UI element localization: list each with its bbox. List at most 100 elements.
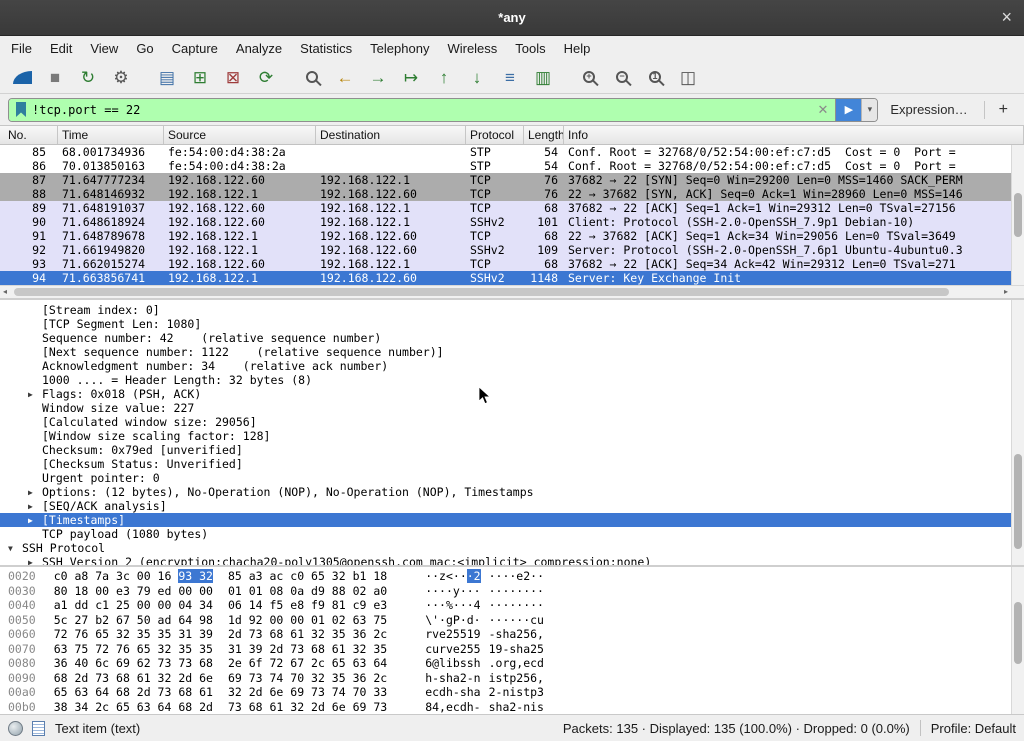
detail-line[interactable]: ▶SSH Version 2 (encryption:chacha20-poly… [0, 555, 1024, 565]
detail-line[interactable]: Window size value: 227 [0, 401, 1024, 415]
hex-bytes-group1[interactable]: 36 40 6c 69 62 73 73 68 [54, 656, 213, 671]
menu-item-wireless[interactable]: Wireless [438, 38, 506, 59]
menu-item-statistics[interactable]: Statistics [291, 38, 361, 59]
hex-bytes-group1[interactable]: c0 a8 7a 3c 00 16 93 32 [54, 569, 213, 584]
go-first-packet-button[interactable]: ↑ [430, 64, 458, 90]
hex-bytes-group2[interactable]: 2d 73 68 61 32 35 36 2c [228, 627, 387, 642]
hex-bytes-group2[interactable]: 01 01 08 0a d9 88 02 a0 [228, 584, 387, 599]
detail-line[interactable]: [TCP Segment Len: 1080] [0, 317, 1024, 331]
hex-bytes-group1[interactable]: 63 75 72 76 65 32 35 35 [54, 642, 213, 657]
hex-row-0080[interactable]: 008036 40 6c 69 62 73 73 682e 6f 72 67 2… [0, 656, 1024, 671]
hex-bytes-group2[interactable]: 2e 6f 72 67 2c 65 63 64 [228, 656, 387, 671]
status-profile[interactable]: Profile: Default [931, 721, 1016, 736]
hex-row-0070[interactable]: 007063 75 72 76 65 32 35 3531 39 2d 73 6… [0, 642, 1024, 657]
auto-scroll-button[interactable]: ≡ [496, 64, 524, 90]
menu-item-tools[interactable]: Tools [506, 38, 554, 59]
go-last-packet-button[interactable]: ↓ [463, 64, 491, 90]
packet-row-89[interactable]: 8971.648191037192.168.122.60192.168.122.… [0, 201, 1024, 215]
ascii-group1[interactable]: ecdh-sha [425, 685, 480, 700]
detail-line[interactable]: Urgent pointer: 0 [0, 471, 1024, 485]
column-header-info[interactable]: Info [564, 126, 1024, 144]
hex-row-0020[interactable]: 0020c0 a8 7a 3c 00 16 93 3285 a3 ac c0 6… [0, 569, 1024, 584]
ascii-group1[interactable]: \'·gP·d· [425, 613, 480, 628]
display-filter-field[interactable]: ✕ [9, 99, 835, 121]
hex-bytes-group1[interactable]: 38 34 2c 65 63 64 68 2d [54, 700, 213, 715]
hex-row-00a0[interactable]: 00a065 63 64 68 2d 73 68 6132 2d 6e 69 7… [0, 685, 1024, 700]
capture-start-button[interactable] [8, 64, 36, 90]
detail-line[interactable]: TCP payload (1080 bytes) [0, 527, 1024, 541]
packet-row-93[interactable]: 9371.662015274192.168.122.60192.168.122.… [0, 257, 1024, 271]
menu-item-file[interactable]: File [2, 38, 41, 59]
close-window-icon[interactable]: × [1001, 7, 1012, 27]
detail-line[interactable]: [Calculated window size: 29056] [0, 415, 1024, 429]
hex-bytes-group1[interactable]: 80 18 00 e3 79 ed 00 00 [54, 584, 213, 599]
packet-row-87[interactable]: 8771.647777234192.168.122.60192.168.122.… [0, 173, 1024, 187]
detail-line[interactable]: Acknowledgment number: 34 (relative ack … [0, 359, 1024, 373]
capture-comment-icon[interactable] [32, 721, 45, 736]
close-capture-button[interactable]: ⊠ [219, 64, 247, 90]
ascii-group2[interactable]: 19-sha25 [489, 642, 544, 657]
hex-bytes-group2[interactable]: 32 2d 6e 69 73 74 70 33 [228, 685, 387, 700]
open-capture-button[interactable]: ▤ [153, 64, 181, 90]
menu-item-telephony[interactable]: Telephony [361, 38, 438, 59]
hex-vscrollbar[interactable] [1011, 567, 1024, 714]
add-filter-button[interactable]: + [991, 101, 1016, 119]
menu-item-go[interactable]: Go [127, 38, 162, 59]
hex-bytes-group2[interactable]: 31 39 2d 73 68 61 32 35 [228, 642, 387, 657]
ascii-group1[interactable]: 6@libssh [425, 656, 480, 671]
detail-line[interactable]: [Checksum Status: Unverified] [0, 457, 1024, 471]
detail-line[interactable]: ▶Flags: 0x018 (PSH, ACK) [0, 387, 1024, 401]
ascii-group1[interactable]: curve255 [425, 642, 480, 657]
hex-bytes-group2[interactable]: 1d 92 00 00 01 02 63 75 [228, 613, 387, 628]
column-header-destination[interactable]: Destination [316, 126, 466, 144]
go-to-packet-button[interactable]: ↦ [397, 64, 425, 90]
packet-row-94[interactable]: 9471.663856741192.168.122.1192.168.122.6… [0, 271, 1024, 285]
expert-info-icon[interactable] [8, 721, 23, 736]
ascii-group2[interactable]: sha2-nis [489, 700, 544, 715]
detail-line[interactable]: [Window size scaling factor: 128] [0, 429, 1024, 443]
packet-row-85[interactable]: 8568.001734936fe:54:00:d4:38:2aSTP54Conf… [0, 145, 1024, 159]
filter-bookmark-icon[interactable] [16, 102, 26, 117]
packet-row-92[interactable]: 9271.661949820192.168.122.1192.168.122.6… [0, 243, 1024, 257]
filter-clear-icon[interactable]: ✕ [810, 102, 835, 118]
hex-row-0060[interactable]: 006072 76 65 32 35 35 31 392d 73 68 61 3… [0, 627, 1024, 642]
ascii-group2[interactable]: ······cu [489, 613, 544, 628]
hex-row-0050[interactable]: 00505c 27 b2 67 50 ad 64 981d 92 00 00 0… [0, 613, 1024, 628]
hex-bytes-group1[interactable]: 72 76 65 32 35 35 31 39 [54, 627, 213, 642]
expand-icon[interactable]: ▶ [26, 555, 42, 565]
ascii-group2[interactable]: ········ [489, 598, 544, 613]
ascii-group1[interactable]: ··z<···2 [425, 569, 480, 584]
details-vscroll-thumb[interactable] [1014, 454, 1022, 549]
ascii-group1[interactable]: h-sha2-n [425, 671, 480, 686]
ascii-group2[interactable]: -sha256, [489, 627, 544, 642]
ascii-group1[interactable]: 84,ecdh- [425, 700, 480, 715]
save-capture-button[interactable]: ⊞ [186, 64, 214, 90]
hex-bytes-group1[interactable]: 68 2d 73 68 61 32 2d 6e [54, 671, 213, 686]
packet-row-86[interactable]: 8670.013850163fe:54:00:d4:38:2aSTP54Conf… [0, 159, 1024, 173]
hex-bytes-group2[interactable]: 73 68 61 32 2d 6e 69 73 [228, 700, 387, 715]
ascii-group1[interactable]: ···%···4 [425, 598, 480, 613]
ascii-group2[interactable]: 2-nistp3 [489, 685, 544, 700]
detail-line[interactable]: ▼SSH Protocol [0, 541, 1024, 555]
hex-bytes-group1[interactable]: 65 63 64 68 2d 73 68 61 [54, 685, 213, 700]
menu-item-capture[interactable]: Capture [163, 38, 227, 59]
hscroll-right-icon[interactable]: ▸ [1004, 287, 1008, 296]
title-bar[interactable]: *any × [0, 0, 1024, 36]
expression-button[interactable]: Expression… [890, 102, 967, 117]
hex-bytes-group2[interactable]: 06 14 f5 e8 f9 81 c9 e3 [228, 598, 387, 613]
column-header-length[interactable]: Length [524, 126, 564, 144]
collapse-icon[interactable]: ▼ [6, 541, 22, 555]
menu-item-view[interactable]: View [81, 38, 127, 59]
expand-icon[interactable]: ▶ [26, 485, 42, 499]
hscroll-left-icon[interactable]: ◂ [3, 287, 7, 296]
capture-options-button[interactable]: ⚙ [107, 64, 135, 90]
ascii-group2[interactable]: ····e2·· [489, 569, 544, 584]
hex-bytes-group1[interactable]: 5c 27 b2 67 50 ad 64 98 [54, 613, 213, 628]
zoom-out-button[interactable]: − [608, 64, 636, 90]
ascii-group1[interactable]: rve25519 [425, 627, 480, 642]
detail-line[interactable]: ▶[Timestamps] [0, 513, 1024, 527]
packet-row-88[interactable]: 8871.648146932192.168.122.1192.168.122.6… [0, 187, 1024, 201]
detail-line[interactable]: Sequence number: 42 (relative sequence n… [0, 331, 1024, 345]
packet-list-hscrollbar[interactable]: ◂ ▸ [0, 285, 1024, 298]
packet-list-vscroll-thumb[interactable] [1014, 193, 1022, 237]
